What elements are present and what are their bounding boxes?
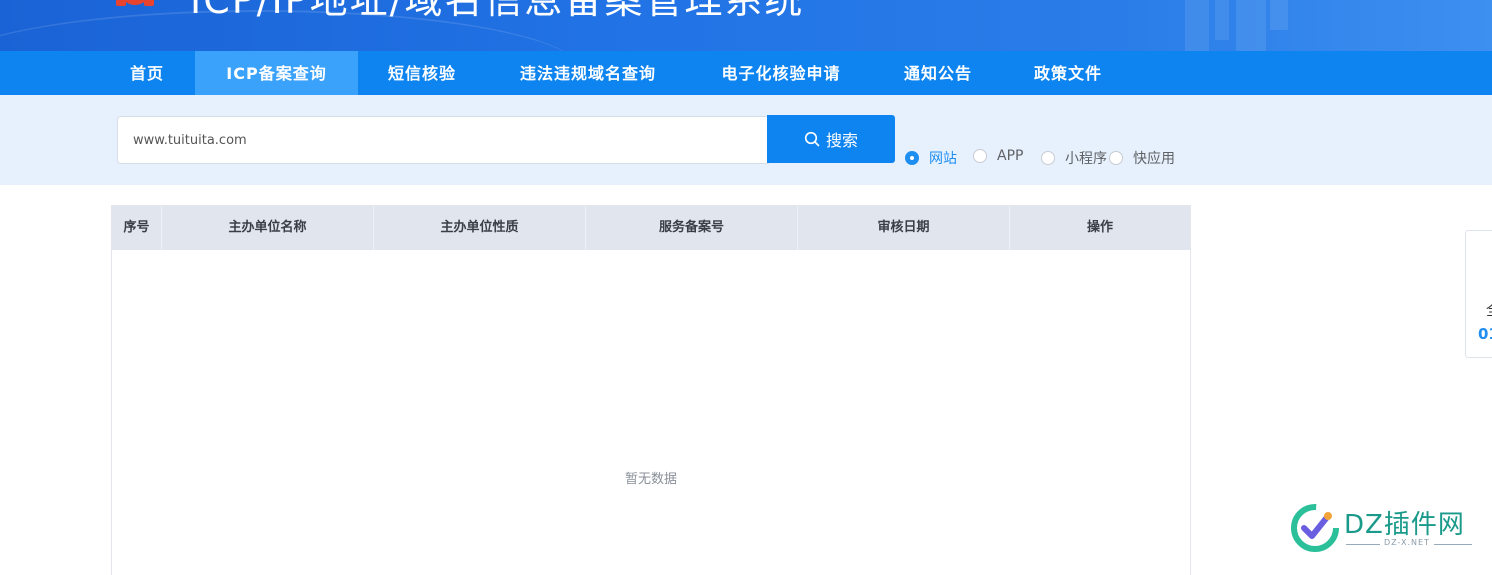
watermark: DZ插件网 DZ-X.NET — [1290, 500, 1480, 560]
radio-dot — [905, 151, 919, 165]
side-card-text: 全 — [1486, 299, 1492, 320]
system-title: ICP/IP地址/域名信息备案管理系统 — [190, 0, 805, 22]
nav-item-policy-docs[interactable]: 政策文件 — [1006, 51, 1130, 95]
side-card-number: 01 — [1478, 325, 1492, 343]
search-icon — [804, 131, 820, 147]
gear-logo-icon — [116, 0, 154, 6]
nav-item-icp-query[interactable]: ICP备案查询 — [195, 51, 358, 95]
radio-label: 快应用 — [1133, 151, 1175, 167]
banner-decoration — [1236, 0, 1266, 51]
nav-item-e-verify-apply[interactable]: 电子化核验申请 — [696, 51, 866, 95]
search-button[interactable]: 搜索 — [767, 115, 895, 163]
dz-logo-icon — [1291, 504, 1339, 552]
column-header-org-type: 主办单位性质 — [374, 206, 586, 250]
column-header-org-name: 主办单位名称 — [162, 206, 374, 250]
nav-item-notices[interactable]: 通知公告 — [880, 51, 996, 95]
column-header-license-no: 服务备案号 — [586, 206, 798, 250]
radio-app[interactable]: APP — [973, 148, 1023, 164]
search-button-label: 搜索 — [825, 131, 858, 150]
column-header-index: 序号 — [112, 206, 162, 250]
radio-website[interactable]: 网站 — [905, 148, 957, 168]
column-header-actions: 操作 — [1086, 220, 1113, 235]
nav-item-home[interactable]: 首页 — [103, 51, 191, 95]
watermark-name: DZ插件网 — [1344, 510, 1465, 540]
nav-item-illegal-domain[interactable]: 违法违规域名查询 — [488, 51, 688, 95]
nav-item-sms-verify[interactable]: 短信核验 — [358, 51, 486, 95]
column-header-review-date: 审核日期 — [798, 206, 1010, 250]
search-area: 搜索 网站 APP 小程序 快应用 — [0, 95, 1492, 185]
banner-decoration — [1185, 0, 1209, 51]
radio-dot — [1041, 151, 1055, 165]
radio-mini-program[interactable]: 小程序 — [1041, 148, 1107, 168]
radio-dot — [973, 149, 987, 163]
table-header: 序号 主办单位名称 主办单位性质 服务备案号 审核日期 操作 — [112, 206, 1190, 250]
radio-label: APP — [997, 148, 1024, 164]
search-input[interactable] — [117, 116, 769, 164]
results-table: 序号 主办单位名称 主办单位性质 服务备案号 审核日期 操作 暂无数据 — [111, 205, 1191, 575]
radio-quick-app[interactable]: 快应用 — [1109, 148, 1175, 168]
radio-label: 小程序 — [1065, 151, 1107, 167]
banner-decoration — [1270, 0, 1288, 30]
radio-label: 网站 — [929, 151, 957, 167]
radio-dot — [1109, 151, 1123, 165]
empty-state-text: 暂无数据 — [624, 472, 677, 487]
header-banner: ICP/IP地址/域名信息备案管理系统 — [0, 0, 1492, 51]
watermark-url: DZ-X.NET — [1380, 538, 1434, 547]
main-nav: 首页 ICP备案查询 短信核验 违法违规域名查询 电子化核验申请 通知公告 政策… — [0, 51, 1492, 95]
floating-side-card[interactable]: 全 01 — [1465, 230, 1492, 358]
banner-decoration — [1215, 0, 1229, 40]
